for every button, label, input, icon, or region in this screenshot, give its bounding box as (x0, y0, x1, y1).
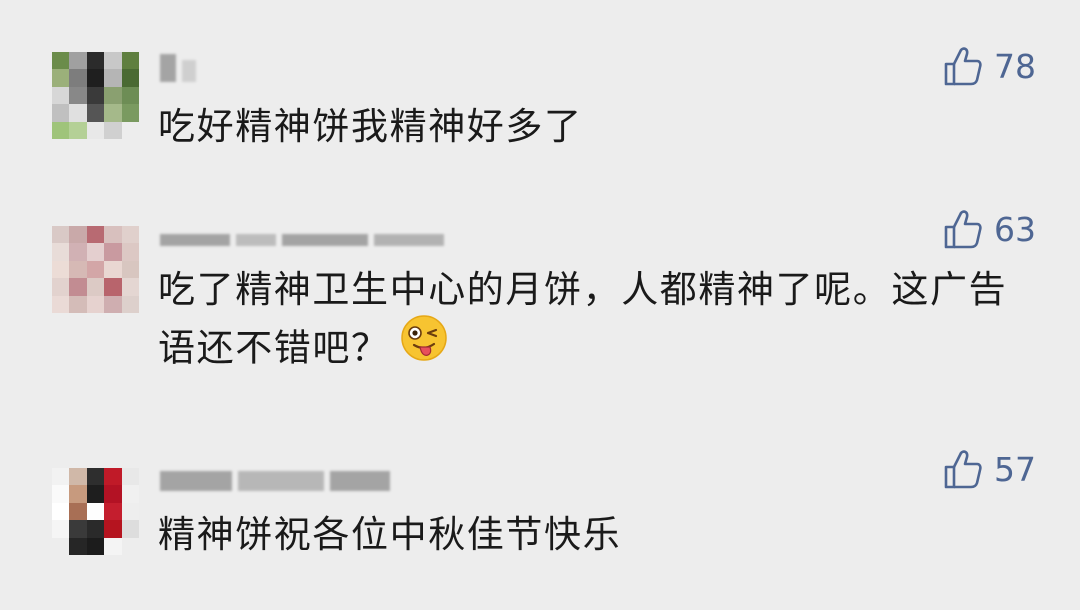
avatar-mosaic-cell (52, 485, 70, 503)
avatar-mosaic-cell (52, 69, 70, 87)
avatar-mosaic-cell (69, 468, 87, 486)
avatar-mosaic-cell (52, 52, 70, 70)
comment-text: 吃好精神饼我精神好多了 (158, 105, 583, 148)
avatar-mosaic-cell (86, 52, 105, 70)
avatar-mosaic-cell (86, 69, 105, 87)
avatar-mosaic-cell (52, 520, 70, 538)
avatar-mosaic-cell (69, 520, 87, 538)
avatar-mosaic-cell (69, 121, 87, 139)
avatar-mosaic-cell (104, 520, 122, 538)
avatar-mosaic-cell (69, 69, 87, 87)
username-blurred[interactable] (160, 218, 444, 246)
avatar-mosaic-cell (69, 278, 87, 296)
avatar-mosaic-cell (52, 260, 70, 279)
avatar-mosaic-cell (69, 485, 87, 503)
like-button[interactable]: 78 (944, 46, 1036, 86)
avatar-mosaic-cell (104, 295, 122, 313)
like-button[interactable]: 63 (944, 209, 1036, 249)
username-blurred[interactable] (160, 54, 196, 82)
avatar-mosaic-cell (104, 260, 122, 279)
avatar-mosaic-cell (86, 520, 105, 538)
avatar-mosaic-cell (104, 502, 122, 521)
thumbs-up-icon (944, 210, 982, 249)
avatar-mosaic-cell (104, 485, 122, 503)
avatar-mosaic-cell (121, 295, 139, 313)
thumbs-up-icon (944, 450, 982, 489)
avatar-mosaic-cell (86, 485, 105, 503)
avatar-mosaic-cell (69, 86, 87, 105)
avatar-mosaic-cell (52, 121, 70, 139)
avatar-mosaic-cell (121, 86, 139, 105)
comment-item: 78 吃好精神饼我精神好多了 (0, 0, 1080, 195)
avatar-mosaic-cell (104, 537, 122, 555)
avatar-mosaic-cell (52, 86, 70, 105)
avatar-mosaic-cell (52, 243, 70, 261)
avatar-mosaic-cell (69, 537, 87, 555)
avatar-mosaic-cell (104, 52, 122, 70)
avatar-mosaic-cell (69, 243, 87, 261)
avatar-mosaic-cell (69, 260, 87, 279)
avatar-mosaic-cell (104, 243, 122, 261)
like-button[interactable]: 57 (944, 449, 1036, 489)
avatar-mosaic-cell (52, 104, 70, 122)
avatar-mosaic-cell (121, 502, 139, 521)
avatar-mosaic-cell (104, 69, 122, 87)
like-count: 57 (994, 449, 1036, 489)
avatar-mosaic-cell (121, 121, 139, 139)
username-blurred[interactable] (160, 463, 390, 491)
comment-text: 吃了精神卫生中心的月饼，人都精神了呢。这广告语还不错吧？ (158, 261, 1038, 382)
comment-text-content: 吃了精神卫生中心的月饼，人都精神了呢。这广告语还不错吧？ (158, 268, 1008, 370)
avatar-mosaic-cell (104, 278, 122, 296)
avatar-mosaic-cell (86, 104, 105, 122)
avatar-mosaic-cell (104, 468, 122, 486)
avatar-mosaic-cell (121, 537, 139, 555)
avatar-mosaic-cell (121, 485, 139, 503)
avatar-mosaic-cell (86, 537, 105, 555)
avatar-mosaic-cell (86, 502, 105, 521)
avatar-mosaic-cell (69, 104, 87, 122)
avatar-mosaic-cell (69, 502, 87, 521)
avatar-mosaic-cell (86, 468, 105, 486)
avatar-mosaic-cell (121, 52, 139, 70)
avatar-mosaic-cell (86, 278, 105, 296)
avatar-mosaic-cell (121, 468, 139, 486)
avatar-mosaic-cell (52, 468, 70, 486)
avatar-mosaic-cell (69, 226, 87, 244)
avatar-mosaic-cell (52, 278, 70, 296)
avatar-mosaic-cell (52, 502, 70, 521)
comment-item: 63 吃了精神卫生中心的月饼，人都精神了呢。这广告语还不错吧？ (0, 195, 1080, 425)
avatar-mosaic-cell (121, 278, 139, 296)
avatar-mosaic-cell (121, 243, 139, 261)
avatar-mosaic-cell (121, 104, 139, 122)
avatar[interactable] (52, 468, 139, 555)
avatar-mosaic-cell (86, 260, 105, 279)
like-count: 63 (994, 209, 1036, 249)
comment-text: 精神饼祝各位中秋佳节快乐 (158, 513, 622, 556)
avatar-mosaic-cell (104, 226, 122, 244)
thumbs-up-icon (944, 47, 982, 86)
avatar-mosaic-cell (104, 104, 122, 122)
avatar-mosaic-cell (52, 295, 70, 313)
like-count: 78 (994, 46, 1036, 86)
avatar-mosaic-cell (86, 86, 105, 105)
avatar-mosaic-cell (69, 52, 87, 70)
avatar-mosaic-cell (121, 69, 139, 87)
avatar-mosaic-cell (86, 226, 105, 244)
avatar-mosaic-cell (86, 243, 105, 261)
avatar[interactable] (52, 226, 139, 313)
avatar-mosaic-cell (86, 295, 105, 313)
avatar-mosaic-cell (69, 295, 87, 313)
avatar-mosaic-cell (121, 226, 139, 244)
avatar[interactable] (52, 52, 139, 139)
avatar-mosaic-cell (52, 226, 70, 244)
comment-item: 57 精神饼祝各位中秋佳节快乐 (0, 425, 1080, 610)
avatar-mosaic-cell (121, 520, 139, 538)
avatar-mosaic-cell (52, 537, 70, 555)
avatar-mosaic-cell (86, 121, 105, 139)
winking-tongue-emoji (400, 314, 448, 378)
avatar-mosaic-cell (104, 121, 122, 139)
avatar-mosaic-cell (121, 260, 139, 279)
avatar-mosaic-cell (104, 86, 122, 105)
